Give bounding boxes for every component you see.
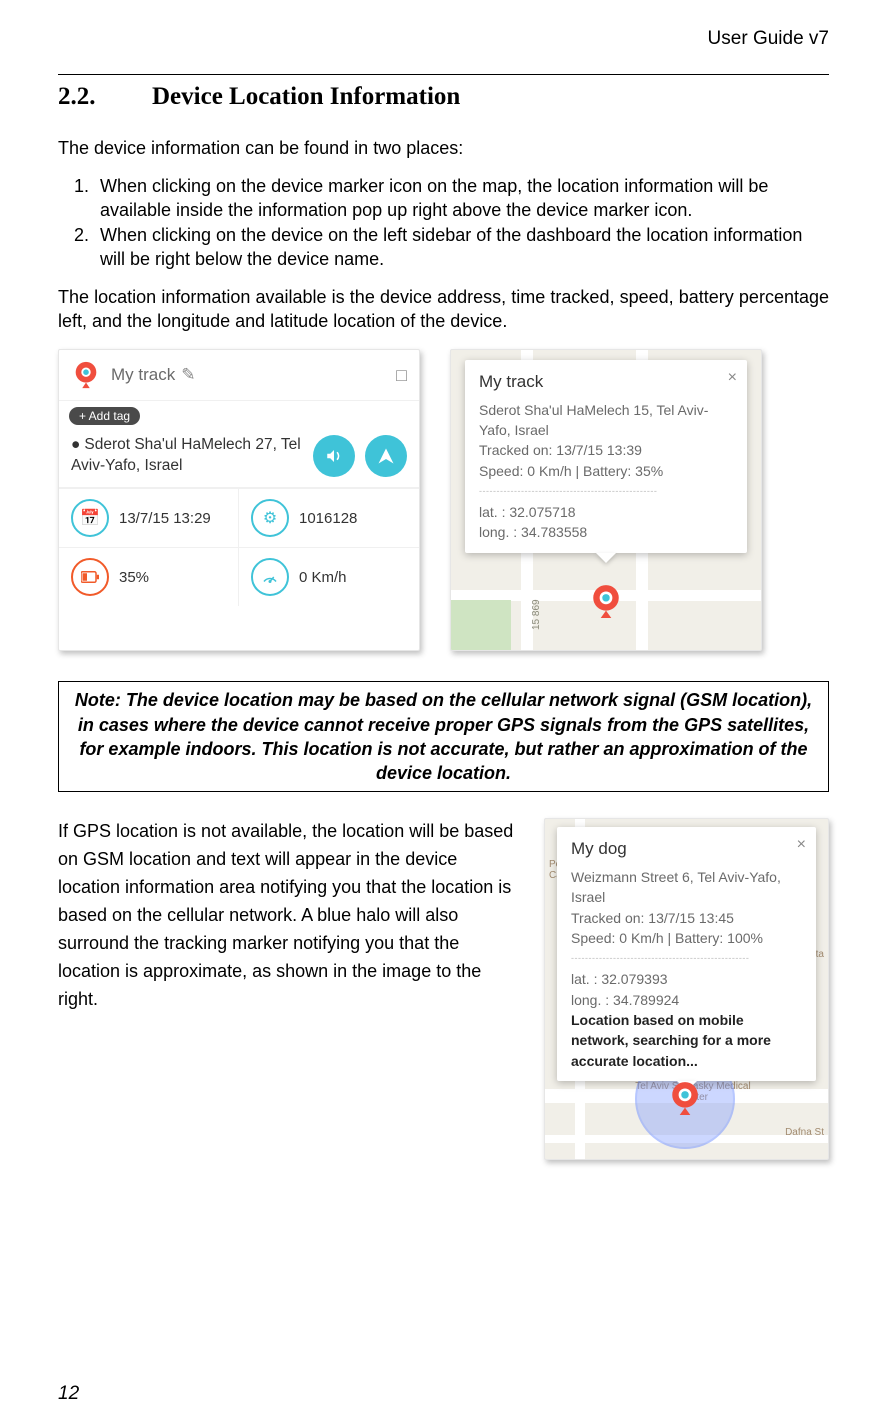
divider [58, 74, 829, 75]
popup-tracked: Tracked on: 13/7/15 13:45 [571, 908, 802, 928]
paragraph: The location information available is th… [58, 286, 829, 334]
address-text: ●Sderot Sha'ul HaMelech 27, Tel Aviv-Yaf… [71, 435, 303, 477]
gear-icon: ⚙ [251, 499, 289, 537]
document-header: User Guide v7 [58, 28, 829, 50]
poi-label: Dafna St [785, 1127, 824, 1138]
section-number: 2.2. [58, 83, 152, 111]
popup-gsm-notice: Location based on mobile network, search… [571, 1010, 802, 1071]
popup-lat: lat. : 32.079393 [571, 969, 802, 989]
device-name-label: My track [111, 365, 175, 385]
location-icon: ● [71, 436, 80, 453]
address-row: ●Sderot Sha'ul HaMelech 27, Tel Aviv-Yaf… [59, 431, 419, 488]
device-marker-icon[interactable] [668, 1081, 702, 1115]
sound-button[interactable] [313, 435, 355, 477]
note-box: Note: The device location may be based o… [58, 681, 829, 792]
section-heading: 2.2.Device Location Information [58, 83, 829, 111]
close-icon[interactable]: × [728, 366, 737, 389]
battery-value: 35% [119, 569, 149, 586]
speed-cell: 0 Km/h [239, 547, 419, 606]
battery-level-icon [71, 558, 109, 596]
popup-title: My track [479, 370, 733, 395]
info-popup: × My track Sderot Sha'ul HaMelech 15, Te… [465, 360, 747, 552]
add-tag-row: + Add tag [59, 401, 419, 431]
device-sidebar-card: My track ✎ □ + Add tag ●Sderot Sha'ul Ha… [58, 349, 420, 651]
map-gsm-popup-figure: Pediatric Cardiology Tel Aviv Sourasky M… [544, 818, 829, 1160]
map-popup-figure: 15 869 × My track Sderot Sha'ul HaMelech… [450, 349, 762, 651]
battery-cell: 35% [59, 547, 239, 606]
code-cell: ⚙ 1016128 [239, 488, 419, 547]
navigate-button[interactable] [365, 435, 407, 477]
numbered-list: When clicking on the device marker icon … [58, 175, 829, 272]
list-item: When clicking on the device on the left … [94, 224, 829, 272]
popup-speed-battery: Speed: 0 Km/h | Battery: 35% [479, 461, 733, 481]
figure-row: My track ✎ □ + Add tag ●Sderot Sha'ul Ha… [58, 349, 829, 651]
gauge-icon [251, 558, 289, 596]
popup-divider: ----------------------------------------… [479, 485, 733, 498]
battery-icon: □ [396, 365, 407, 386]
device-header-row: My track ✎ □ [59, 350, 419, 401]
popup-speed-battery: Speed: 0 Km/h | Battery: 100% [571, 928, 802, 948]
paragraph: If GPS location is not available, the lo… [58, 818, 522, 1013]
device-name[interactable]: My track ✎ [111, 365, 396, 385]
popup-tracked: Tracked on: 13/7/15 13:39 [479, 440, 733, 460]
popup-lat: lat. : 32.075718 [479, 502, 733, 522]
speed-value: 0 Km/h [299, 569, 347, 586]
date-value: 13/7/15 13:29 [119, 510, 211, 527]
info-popup: × My dog Weizmann Street 6, Tel Aviv-Yaf… [557, 827, 816, 1080]
code-value: 1016128 [299, 510, 357, 527]
popup-long: long. : 34.789924 [571, 990, 802, 1010]
add-tag-button[interactable]: + Add tag [69, 407, 140, 425]
info-grid: 📅 13/7/15 13:29 ⚙ 1016128 35% 0 Km/h [59, 488, 419, 606]
pin-icon [71, 360, 101, 390]
intro-paragraph: The device information can be found in t… [58, 137, 829, 161]
list-item: When clicking on the device marker icon … [94, 175, 829, 223]
address-value: Sderot Sha'ul HaMelech 27, Tel Aviv-Yafo… [71, 436, 301, 474]
popup-address: Weizmann Street 6, Tel Aviv-Yafo, Israel [571, 867, 802, 908]
popup-address: Sderot Sha'ul HaMelech 15, Tel Aviv-Yafo… [479, 400, 733, 441]
popup-long: long. : 34.783558 [479, 522, 733, 542]
popup-tail-icon [596, 553, 616, 563]
close-icon[interactable]: × [797, 833, 806, 856]
street-label: 15 869 [531, 600, 542, 631]
calendar-icon: 📅 [71, 499, 109, 537]
popup-divider: ----------------------------------------… [571, 952, 802, 965]
date-cell: 📅 13/7/15 13:29 [59, 488, 239, 547]
section-title: Device Location Information [152, 83, 460, 110]
two-column-section: If GPS location is not available, the lo… [58, 818, 829, 1160]
device-marker-icon[interactable] [589, 584, 623, 618]
popup-title: My dog [571, 837, 802, 862]
edit-icon[interactable]: ✎ [181, 365, 195, 385]
page-number: 12 [58, 1383, 79, 1405]
